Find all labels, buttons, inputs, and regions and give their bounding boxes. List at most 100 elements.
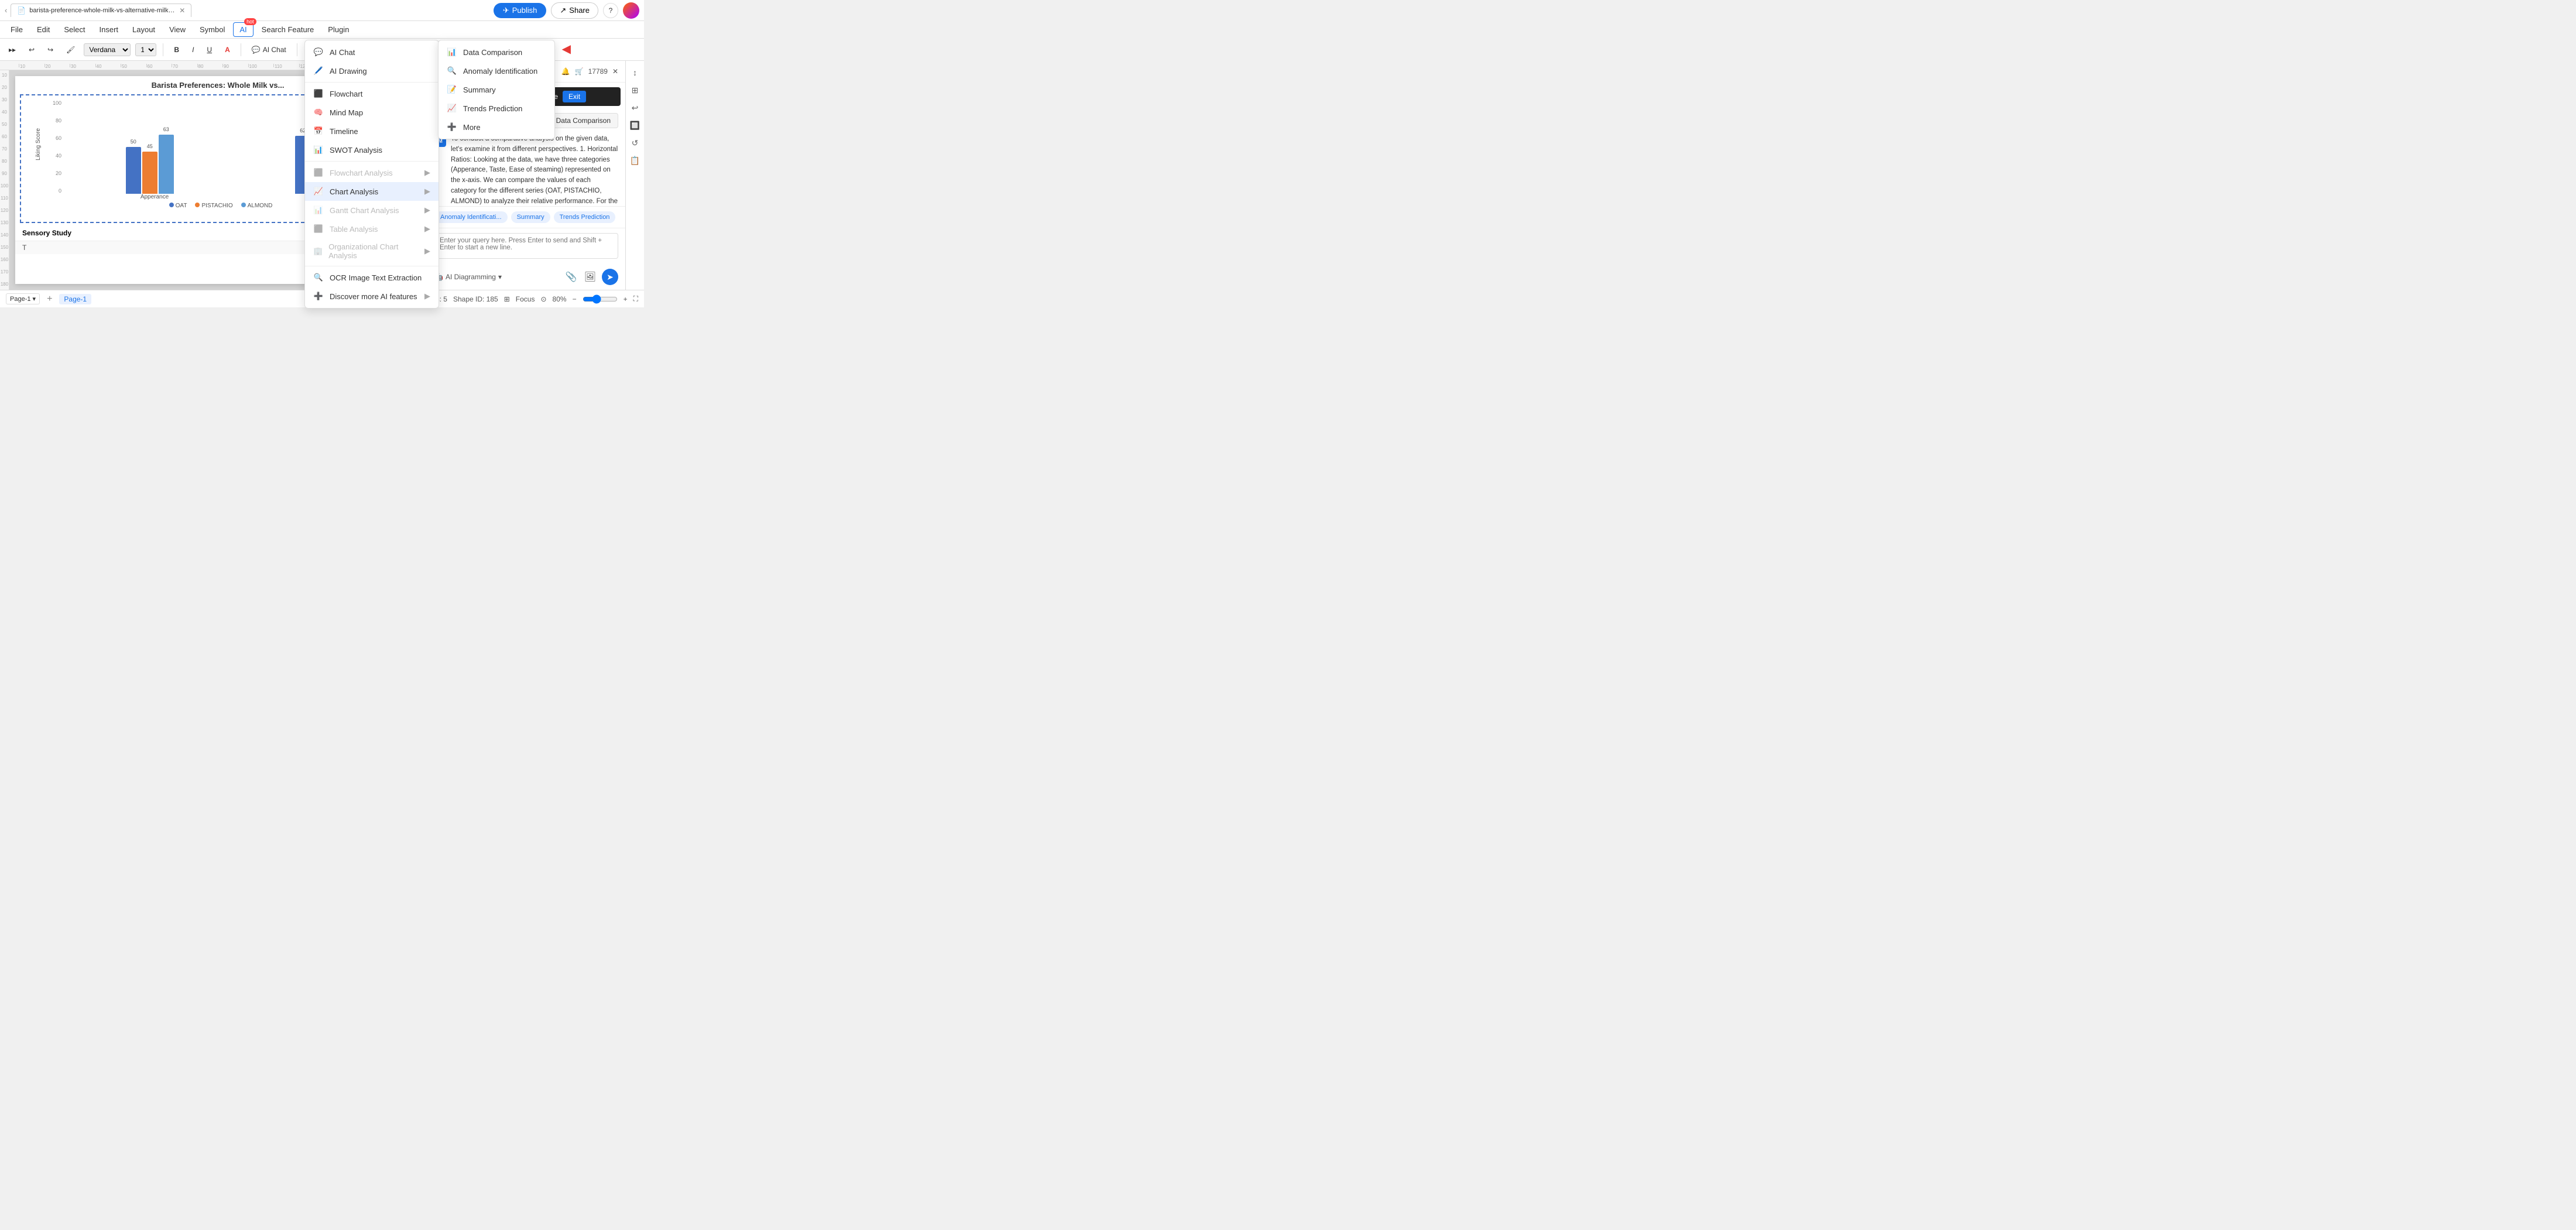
close-icon[interactable]: ✕ — [612, 67, 618, 76]
italic-button[interactable]: I — [188, 44, 198, 56]
menu-item-edit[interactable]: Edit — [31, 23, 56, 36]
avatar[interactable] — [623, 2, 639, 19]
data-comparison-submenu-item[interactable]: 📊 Data Comparison — [439, 43, 554, 61]
shape-id-label: Shape ID: 185 — [453, 295, 498, 303]
summary-submenu-item[interactable]: 📝 Summary — [439, 80, 554, 99]
discover-ai-menu-item[interactable]: ➕ Discover more AI features ▶ — [305, 287, 439, 306]
summary-button[interactable]: Summary — [511, 211, 550, 223]
send-button[interactable]: ➤ — [602, 269, 618, 285]
page-add-button[interactable]: + — [47, 294, 52, 304]
flowchart-menu-item[interactable]: ⬛ Flowchart — [305, 84, 439, 103]
bar-oat-apperance — [126, 147, 141, 194]
menu-item-select[interactable]: Select — [58, 23, 91, 36]
underline-button[interactable]: U — [203, 44, 216, 56]
menu-item-plugin[interactable]: Plugin — [322, 23, 355, 36]
chart-analysis-menu-item[interactable]: 📈 Chart Analysis ▶ — [305, 182, 439, 201]
ocr-menu-item[interactable]: 🔍 OCR Image Text Extraction — [305, 268, 439, 287]
menu-item-insert[interactable]: Insert — [94, 23, 125, 36]
fullscreen-button[interactable]: ⛶ — [633, 294, 638, 303]
redo-button[interactable]: ↪ — [43, 44, 57, 56]
ai-chat-menu-item[interactable]: 💬 AI Chat — [305, 43, 439, 61]
chart-analysis-submenu: 📊 Data Comparison 🔍 Anomaly Identificati… — [438, 40, 555, 139]
right-clipboard-icon[interactable]: 📋 — [628, 153, 642, 167]
ai-chat-content: M To conduct a comparative analysis on t… — [427, 128, 625, 206]
mind-map-menu-item[interactable]: 🧠 Mind Map — [305, 103, 439, 122]
trends-prediction-submenu-item[interactable]: 📈 Trends Prediction — [439, 99, 554, 118]
zoom-in-button[interactable]: + — [624, 295, 628, 303]
focus-label[interactable]: Focus — [516, 295, 535, 303]
tab-icon: 📄 — [17, 6, 26, 15]
menu-item-search[interactable]: Search Feature — [256, 23, 320, 36]
notification-icon[interactable]: 🔔 — [561, 67, 570, 76]
more-submenu-item[interactable]: ➕ More — [439, 118, 554, 136]
focus-icon[interactable]: ⊙ — [540, 295, 546, 303]
flowchart-analysis-icon: ⬛ — [313, 167, 324, 178]
swot-icon: 📊 — [313, 145, 324, 155]
format-paint-button[interactable]: 🖌 — [62, 44, 79, 56]
anomaly-identification-button[interactable]: Anomaly Identificati... — [434, 211, 508, 223]
tab-close-icon[interactable]: ✕ — [179, 6, 185, 15]
discover-ai-chevron: ▶ — [424, 292, 430, 301]
font-color-button[interactable]: A — [221, 44, 234, 56]
menu-item-layout[interactable]: Layout — [126, 23, 161, 36]
ai-chat-button[interactable]: 💬 AI Chat — [248, 44, 290, 56]
summary-submenu-icon: 📝 — [447, 84, 457, 95]
zoom-label: 80% — [553, 295, 567, 303]
discover-ai-icon: ➕ — [313, 291, 324, 301]
right-back-icon[interactable]: ↩ — [628, 101, 642, 115]
zoom-out-button[interactable]: − — [573, 295, 577, 303]
font-family-select[interactable]: Verdana — [84, 43, 131, 56]
mind-map-icon: 🧠 — [313, 107, 324, 118]
back-icon[interactable]: ‹ — [5, 6, 7, 15]
undo-button[interactable]: ↩ — [25, 44, 39, 56]
ai-drawing-menu-item[interactable]: 🖊️ AI Drawing — [305, 61, 439, 80]
ai-footer: 🤖 AI Diagramming ▾ 📎 🖼 ➤ — [427, 265, 625, 290]
right-icons-panel: ↕ ⊞ ↩ 🔲 ↺ 📋 — [625, 61, 644, 290]
layer-icon[interactable]: ⊞ — [504, 295, 510, 303]
page-tab-label[interactable]: Page-1 — [59, 294, 91, 304]
right-expand-icon[interactable]: ↕ — [628, 66, 642, 80]
image-button[interactable]: 🖼 — [583, 269, 597, 285]
exit-mode-button[interactable]: Exit — [563, 91, 586, 102]
browser-top-bar: ‹ 📄 barista-preference-whole-milk-vs-alt… — [0, 0, 644, 21]
table-analysis-menu-item: ⬛ Table Analysis ▶ — [305, 220, 439, 238]
swot-menu-item[interactable]: 📊 SWOT Analysis — [305, 141, 439, 159]
ocr-icon: 🔍 — [313, 272, 324, 283]
bar-pistachio-apperance — [142, 152, 157, 194]
right-history-icon[interactable]: ↺ — [628, 136, 642, 150]
table-analysis-chevron: ▶ — [424, 224, 430, 234]
zoom-slider[interactable] — [583, 294, 618, 304]
menu-item-ai[interactable]: AI hot — [233, 22, 253, 37]
right-shape-icon[interactable]: 🔲 — [628, 118, 642, 132]
table-analysis-icon: ⬛ — [313, 224, 324, 234]
chart-analysis-menu-icon: 📈 — [313, 186, 324, 197]
share-icon: ↗ — [560, 6, 566, 15]
cart-icon[interactable]: 🛒 — [575, 67, 584, 76]
bold-button[interactable]: B — [170, 44, 183, 56]
menu-item-file[interactable]: File — [5, 23, 29, 36]
hot-badge: hot — [244, 18, 256, 25]
timeline-menu-item[interactable]: 📅 Timeline — [305, 122, 439, 141]
arrow-pointer-icon: ◀ — [562, 42, 571, 56]
menu-bar: File Edit Select Insert Layout View Symb… — [0, 21, 644, 39]
data-comparison-button[interactable]: Data Comparison — [549, 113, 618, 128]
gantt-icon: 📊 — [313, 205, 324, 215]
top-bar-right: ✈ Publish ↗ Share ? — [494, 2, 639, 19]
font-size-select[interactable]: 12 — [135, 43, 156, 56]
attachment-button[interactable]: 📎 — [564, 269, 578, 285]
anomaly-identification-submenu-item[interactable]: 🔍 Anomaly Identification — [439, 61, 554, 80]
publish-button[interactable]: ✈ Publish — [494, 3, 547, 18]
right-grid-icon[interactable]: ⊞ — [628, 83, 642, 97]
page-menu-button[interactable]: Page-1 ▾ — [6, 293, 40, 304]
expand-button[interactable]: ▸▸ — [5, 44, 20, 56]
ai-input-field[interactable] — [434, 233, 618, 259]
org-chart-chevron: ▶ — [424, 246, 430, 256]
trends-prediction-button[interactable]: Trends Prediction — [554, 211, 616, 223]
menu-item-symbol[interactable]: Symbol — [194, 23, 231, 36]
share-button[interactable]: ↗ Share — [551, 2, 598, 19]
chevron-down-icon[interactable]: ▾ — [498, 273, 502, 281]
browser-tab[interactable]: 📄 barista-preference-whole-milk-vs-alter… — [11, 4, 191, 17]
help-button[interactable]: ? — [603, 3, 618, 18]
menu-item-view[interactable]: View — [163, 23, 191, 36]
gantt-chart-menu-item: 📊 Gantt Chart Analysis ▶ — [305, 201, 439, 220]
